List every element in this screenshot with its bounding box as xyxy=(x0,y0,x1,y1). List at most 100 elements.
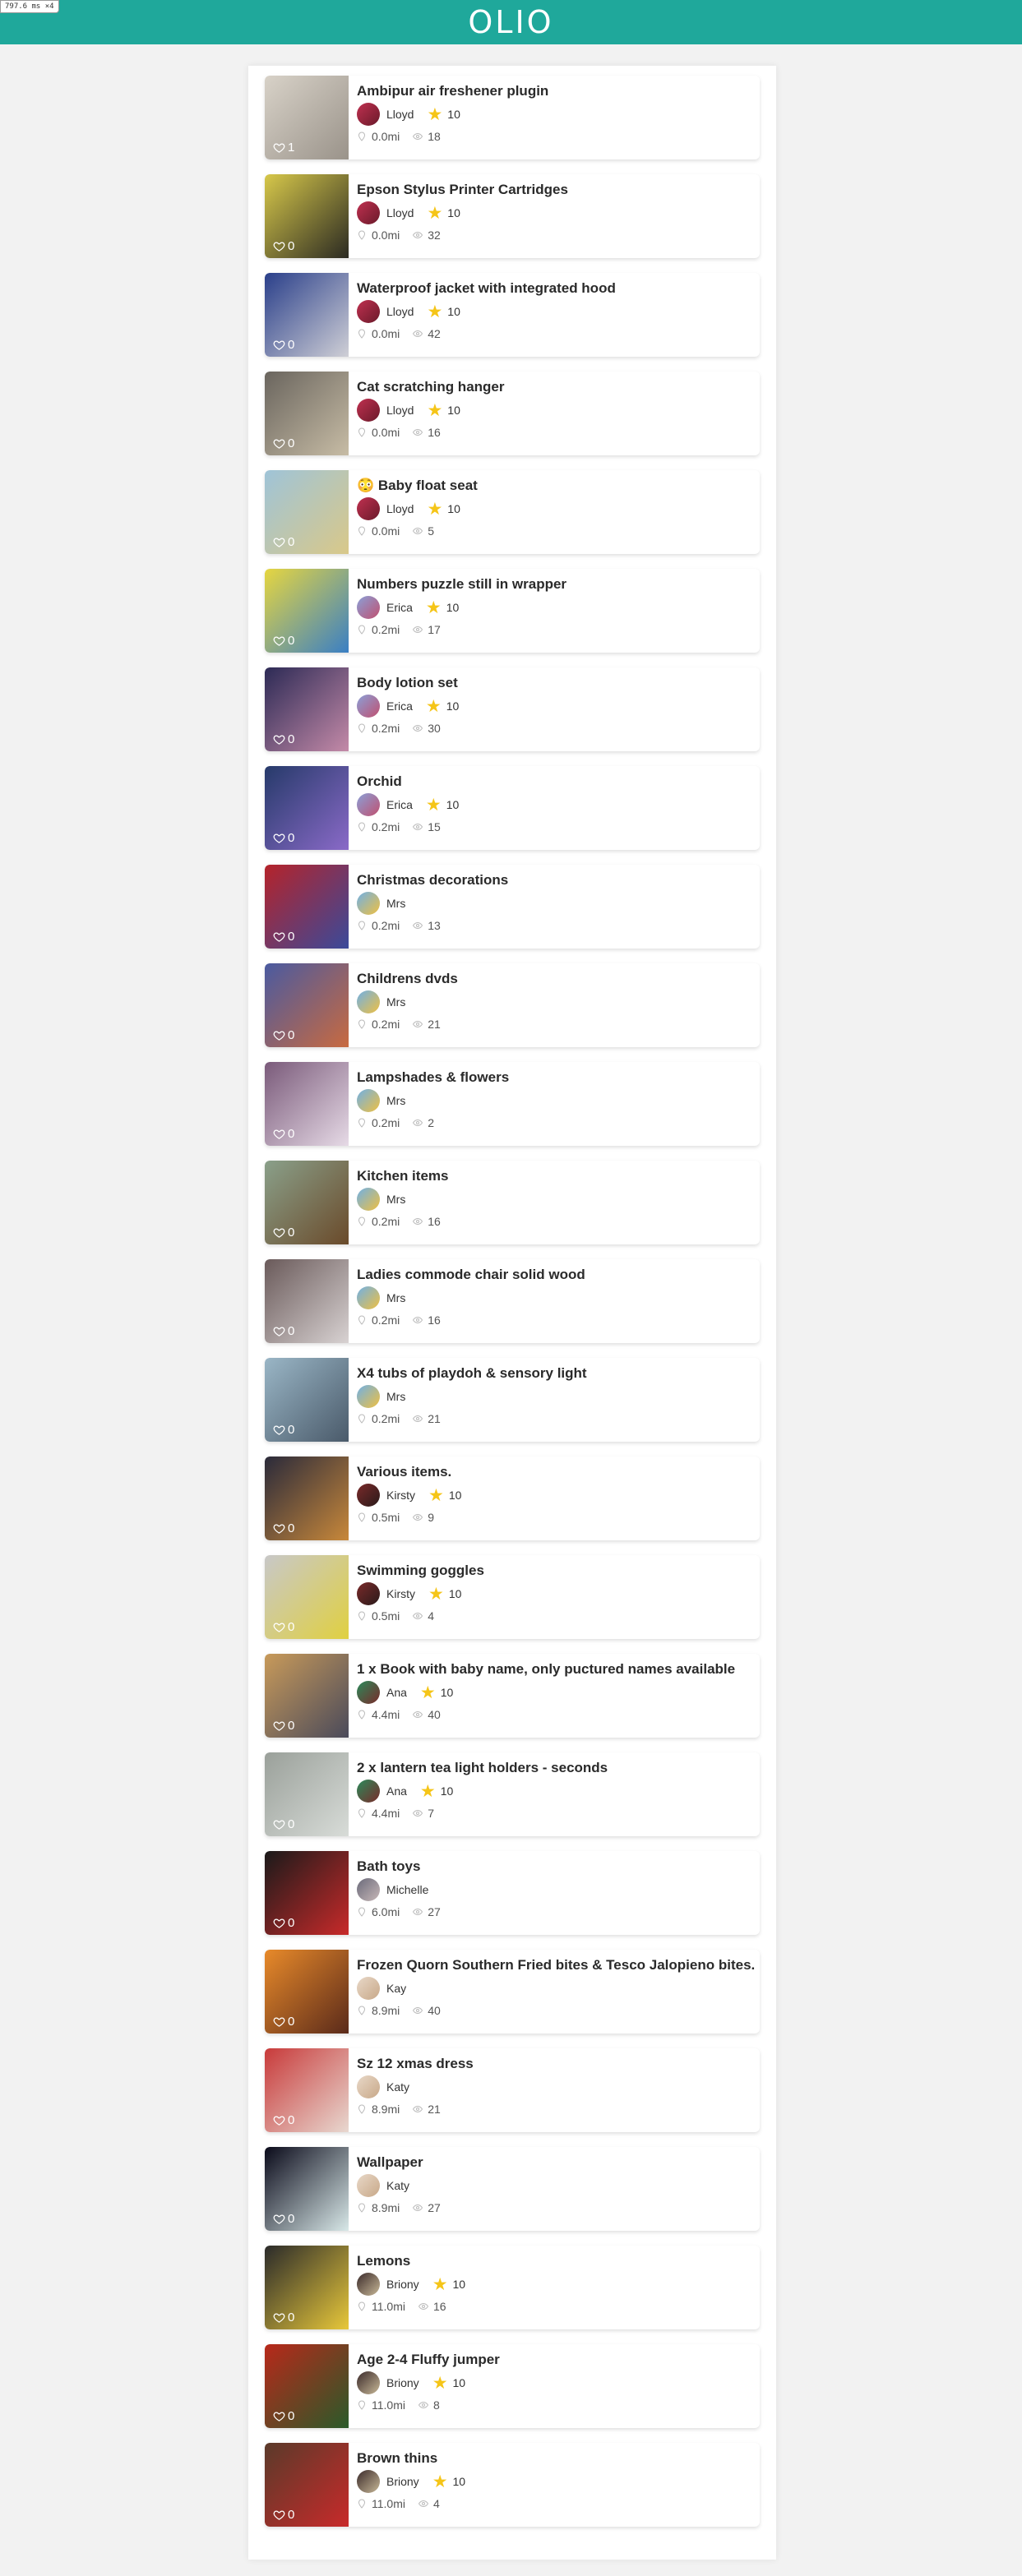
listing-card[interactable]: 0 Waterproof jacket with integrated hood… xyxy=(265,273,760,357)
listing-title[interactable]: Numbers puzzle still in wrapper xyxy=(357,575,751,593)
user-avatar[interactable] xyxy=(357,201,380,224)
listing-title[interactable]: X4 tubs of playdoh & sensory light xyxy=(357,1364,751,1383)
listing-thumbnail[interactable]: 0 xyxy=(265,1457,349,1540)
listing-thumbnail[interactable]: 0 xyxy=(265,1654,349,1738)
like-count[interactable]: 0 xyxy=(273,2311,294,2324)
listing-title[interactable]: Waterproof jacket with integrated hood xyxy=(357,279,751,298)
user-avatar[interactable] xyxy=(357,103,380,126)
like-count[interactable]: 0 xyxy=(273,1719,294,1733)
like-count[interactable]: 0 xyxy=(273,535,294,549)
listing-title[interactable]: Christmas decorations xyxy=(357,871,751,889)
listing-thumbnail[interactable]: 1 xyxy=(265,76,349,159)
listing-card[interactable]: 0 Frozen Quorn Southern Fried bites & Te… xyxy=(265,1950,760,2034)
listing-card[interactable]: 0 Body lotion set Erica ★ 10 0.2mi 30 xyxy=(265,667,760,751)
listing-card[interactable]: 0 X4 tubs of playdoh & sensory light Mrs… xyxy=(265,1358,760,1442)
listing-card[interactable]: 0 1 x Book with baby name, only puctured… xyxy=(265,1654,760,1738)
listing-thumbnail[interactable]: 0 xyxy=(265,569,349,653)
user-avatar[interactable] xyxy=(357,1582,380,1605)
listing-thumbnail[interactable]: 0 xyxy=(265,1062,349,1146)
listing-title[interactable]: Cat scratching hanger xyxy=(357,378,751,396)
like-count[interactable]: 0 xyxy=(273,2113,294,2127)
user-avatar[interactable] xyxy=(357,1484,380,1507)
user-avatar[interactable] xyxy=(357,2075,380,2098)
listing-thumbnail[interactable]: 0 xyxy=(265,1851,349,1935)
listing-card[interactable]: 0 Cat scratching hanger Lloyd ★ 10 0.0mi… xyxy=(265,372,760,455)
listing-thumbnail[interactable]: 0 xyxy=(265,2443,349,2527)
like-count[interactable]: 0 xyxy=(273,1028,294,1042)
listing-thumbnail[interactable]: 0 xyxy=(265,2246,349,2329)
listing-thumbnail[interactable]: 0 xyxy=(265,1555,349,1639)
like-count[interactable]: 0 xyxy=(273,930,294,944)
like-count[interactable]: 0 xyxy=(273,2015,294,2029)
listing-card[interactable]: 0 Epson Stylus Printer Cartridges Lloyd … xyxy=(265,174,760,258)
like-count[interactable]: 0 xyxy=(273,436,294,450)
listing-title[interactable]: 😳 Baby float seat xyxy=(357,477,751,495)
listing-card[interactable]: 0 😳 Baby float seat Lloyd ★ 10 0.0mi 5 xyxy=(265,470,760,554)
like-count[interactable]: 0 xyxy=(273,634,294,648)
listing-card[interactable]: 0 Lemons Briony ★ 10 11.0mi 16 xyxy=(265,2246,760,2329)
listing-card[interactable]: 0 Ladies commode chair solid wood Mrs 0.… xyxy=(265,1259,760,1343)
listing-thumbnail[interactable]: 0 xyxy=(265,766,349,850)
listing-card[interactable]: 0 Lampshades & flowers Mrs 0.2mi 2 xyxy=(265,1062,760,1146)
listing-card[interactable]: 0 Orchid Erica ★ 10 0.2mi 15 xyxy=(265,766,760,850)
listing-title[interactable]: Various items. xyxy=(357,1463,751,1481)
user-avatar[interactable] xyxy=(357,1681,380,1704)
listing-thumbnail[interactable]: 0 xyxy=(265,1752,349,1836)
like-count[interactable]: 0 xyxy=(273,1226,294,1240)
listing-thumbnail[interactable]: 0 xyxy=(265,1358,349,1442)
listing-card[interactable]: 0 Numbers puzzle still in wrapper Erica … xyxy=(265,569,760,653)
user-avatar[interactable] xyxy=(357,596,380,619)
listing-card[interactable]: 0 Sz 12 xmas dress Katy 8.9mi 21 xyxy=(265,2048,760,2132)
like-count[interactable]: 1 xyxy=(273,141,294,155)
listing-card[interactable]: 0 2 x lantern tea light holders - second… xyxy=(265,1752,760,1836)
like-count[interactable]: 0 xyxy=(273,338,294,352)
listing-card[interactable]: 0 Brown thins Briony ★ 10 11.0mi 4 xyxy=(265,2443,760,2527)
like-count[interactable]: 0 xyxy=(273,1521,294,1535)
listing-title[interactable]: 2 x lantern tea light holders - seconds xyxy=(357,1759,751,1777)
user-avatar[interactable] xyxy=(357,1286,380,1309)
listing-thumbnail[interactable]: 0 xyxy=(265,1259,349,1343)
listing-title[interactable]: Ladies commode chair solid wood xyxy=(357,1266,751,1284)
like-count[interactable]: 0 xyxy=(273,2508,294,2522)
listing-card[interactable]: 0 Bath toys Michelle 6.0mi 27 xyxy=(265,1851,760,1935)
listing-card[interactable]: 0 Christmas decorations Mrs 0.2mi 13 xyxy=(265,865,760,949)
listing-thumbnail[interactable]: 0 xyxy=(265,372,349,455)
user-avatar[interactable] xyxy=(357,399,380,422)
user-avatar[interactable] xyxy=(357,2371,380,2394)
like-count[interactable]: 0 xyxy=(273,2212,294,2226)
listing-title[interactable]: Lemons xyxy=(357,2252,751,2270)
listing-title[interactable]: Ambipur air freshener plugin xyxy=(357,82,751,100)
listing-title[interactable]: Frozen Quorn Southern Fried bites & Tesc… xyxy=(357,1956,755,1974)
listing-title[interactable]: 1 x Book with baby name, only puctured n… xyxy=(357,1660,751,1678)
listing-thumbnail[interactable]: 0 xyxy=(265,174,349,258)
user-avatar[interactable] xyxy=(357,300,380,323)
listing-title[interactable]: Lampshades & flowers xyxy=(357,1069,751,1087)
listing-thumbnail[interactable]: 0 xyxy=(265,1161,349,1244)
listing-title[interactable]: Bath toys xyxy=(357,1858,751,1876)
user-avatar[interactable] xyxy=(357,497,380,520)
listing-card[interactable]: 0 Kitchen items Mrs 0.2mi 16 xyxy=(265,1161,760,1244)
listing-title[interactable]: Epson Stylus Printer Cartridges xyxy=(357,181,751,199)
user-avatar[interactable] xyxy=(357,2273,380,2296)
listing-thumbnail[interactable]: 0 xyxy=(265,865,349,949)
user-avatar[interactable] xyxy=(357,2470,380,2493)
listing-title[interactable]: Sz 12 xmas dress xyxy=(357,2055,751,2073)
like-count[interactable]: 0 xyxy=(273,1916,294,1930)
user-avatar[interactable] xyxy=(357,695,380,718)
user-avatar[interactable] xyxy=(357,1188,380,1211)
listing-thumbnail[interactable]: 0 xyxy=(265,667,349,751)
like-count[interactable]: 0 xyxy=(273,732,294,746)
listing-thumbnail[interactable]: 0 xyxy=(265,2147,349,2231)
like-count[interactable]: 0 xyxy=(273,239,294,253)
listing-title[interactable]: Brown thins xyxy=(357,2449,751,2468)
listing-card[interactable]: 0 Various items. Kirsty ★ 10 0.5mi 9 xyxy=(265,1457,760,1540)
user-avatar[interactable] xyxy=(357,1780,380,1803)
listing-card[interactable]: 0 Childrens dvds Mrs 0.2mi 21 xyxy=(265,963,760,1047)
user-avatar[interactable] xyxy=(357,892,380,915)
like-count[interactable]: 0 xyxy=(273,1620,294,1634)
listing-thumbnail[interactable]: 0 xyxy=(265,963,349,1047)
olio-logo[interactable]: OLIO xyxy=(468,4,553,40)
user-avatar[interactable] xyxy=(357,990,380,1013)
like-count[interactable]: 0 xyxy=(273,1817,294,1831)
listing-title[interactable]: Age 2-4 Fluffy jumper xyxy=(357,2351,751,2369)
